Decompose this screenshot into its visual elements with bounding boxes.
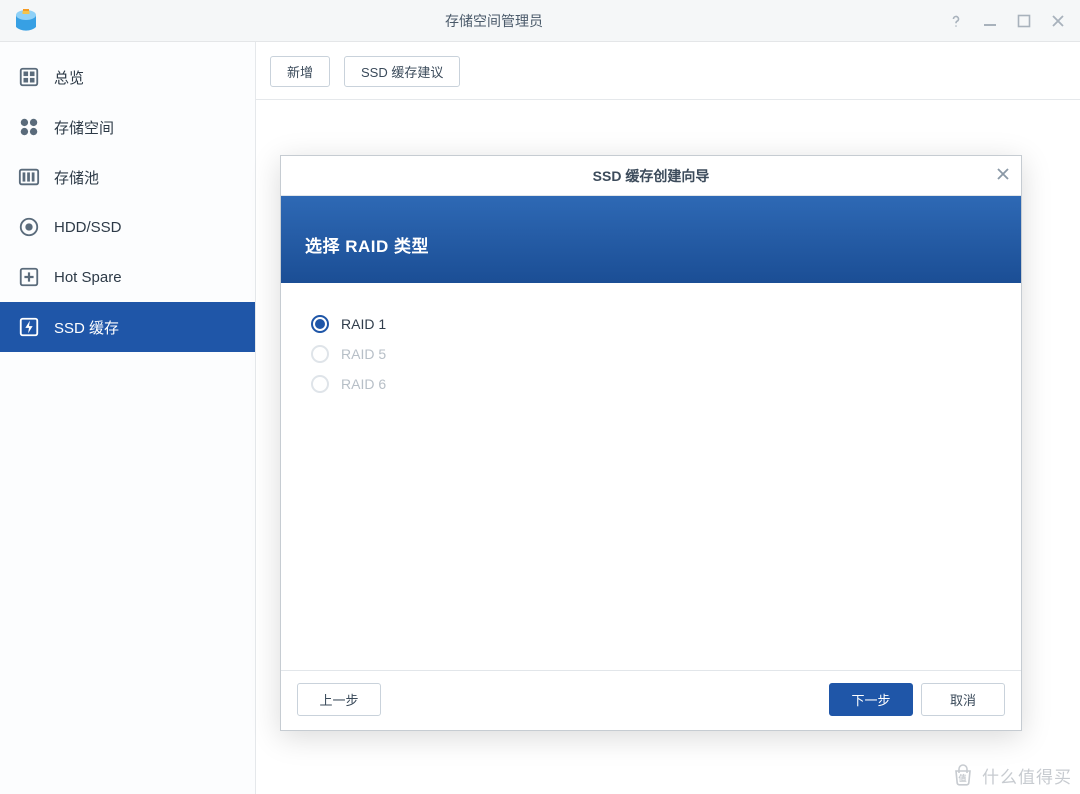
raid-option-raid1[interactable]: RAID 1 xyxy=(311,309,991,339)
close-icon[interactable] xyxy=(1050,13,1066,29)
watermark-icon: 值 xyxy=(950,762,976,788)
radio-icon[interactable] xyxy=(311,315,329,333)
window-controls xyxy=(948,13,1072,29)
dialog-close-icon[interactable] xyxy=(995,166,1011,185)
hotspare-icon xyxy=(18,266,40,288)
watermark: 值 什么值得买 xyxy=(950,762,1072,788)
sidebar-item-label: 总览 xyxy=(54,67,84,88)
window-title-bar: 存储空间管理员 xyxy=(0,0,1080,42)
cancel-button[interactable]: 取消 xyxy=(921,683,1005,716)
dialog-title-bar: SSD 缓存创建向导 xyxy=(281,156,1021,196)
sidebar-item-hdd-ssd[interactable]: HDD/SSD xyxy=(0,202,255,252)
radio-label: RAID 5 xyxy=(341,346,386,362)
dialog-body: RAID 1 RAID 5 RAID 6 xyxy=(281,283,1021,670)
dialog-heading: 选择 RAID 类型 xyxy=(305,232,997,257)
pool-icon xyxy=(18,166,40,188)
toolbar: 新增 SSD 缓存建议 xyxy=(256,42,1080,100)
sidebar-item-label: SSD 缓存 xyxy=(54,317,119,338)
raid-option-raid6: RAID 6 xyxy=(311,369,991,399)
maximize-icon[interactable] xyxy=(1016,13,1032,29)
sidebar-item-pool[interactable]: 存储池 xyxy=(0,152,255,202)
dialog-title: SSD 缓存创建向导 xyxy=(593,166,710,186)
volume-icon xyxy=(18,116,40,138)
overview-icon xyxy=(18,66,40,88)
sidebar-item-ssd-cache[interactable]: SSD 缓存 xyxy=(0,302,255,352)
app-icon xyxy=(12,7,40,35)
radio-label: RAID 6 xyxy=(341,376,386,392)
radio-label: RAID 1 xyxy=(341,316,386,332)
sidebar-item-label: HDD/SSD xyxy=(54,219,122,236)
sidebar-item-label: 存储空间 xyxy=(54,117,114,138)
minimize-icon[interactable] xyxy=(982,13,998,29)
raid-option-raid5: RAID 5 xyxy=(311,339,991,369)
ssd-advice-button[interactable]: SSD 缓存建议 xyxy=(344,56,460,87)
sidebar-item-label: Hot Spare xyxy=(54,269,122,286)
sidebar-item-overview[interactable]: 总览 xyxy=(0,52,255,102)
window-title: 存储空间管理员 xyxy=(40,11,948,31)
ssd-cache-wizard-dialog: SSD 缓存创建向导 选择 RAID 类型 RAID 1 RAID 5 xyxy=(280,155,1022,731)
radio-icon xyxy=(311,345,329,363)
help-icon[interactable] xyxy=(948,13,964,29)
new-button[interactable]: 新增 xyxy=(270,56,330,87)
sidebar: 总览 存储空间 存储池 HDD/SSD Hot Spare SSD 缓存 xyxy=(0,42,256,794)
back-button[interactable]: 上一步 xyxy=(297,683,381,716)
radio-icon xyxy=(311,375,329,393)
dialog-banner: 选择 RAID 类型 xyxy=(281,196,1021,283)
next-button[interactable]: 下一步 xyxy=(829,683,913,716)
sidebar-item-hotspare[interactable]: Hot Spare xyxy=(0,252,255,302)
sidebar-item-label: 存储池 xyxy=(54,167,99,188)
watermark-text: 什么值得买 xyxy=(982,763,1072,788)
sidebar-item-volume[interactable]: 存储空间 xyxy=(0,102,255,152)
svg-text:值: 值 xyxy=(959,773,968,783)
content-area: 新增 SSD 缓存建议 SSD 缓存创建向导 选择 RAID 类型 RAID 1 xyxy=(256,42,1080,794)
dialog-footer: 上一步 下一步 取消 xyxy=(281,670,1021,730)
disk-icon xyxy=(18,216,40,238)
ssd-cache-icon xyxy=(18,316,40,338)
